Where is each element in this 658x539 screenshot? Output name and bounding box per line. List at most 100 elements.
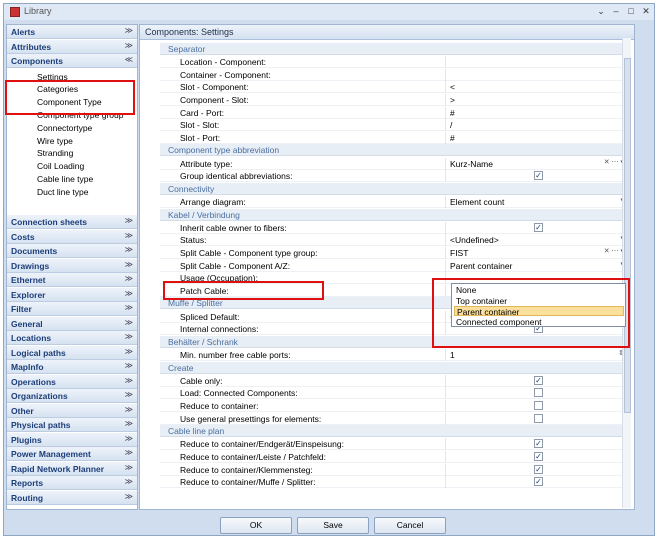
sidebar-section-attributes[interactable]: Attributes ≫ <box>7 39 137 54</box>
sidebar-section-locations[interactable]: Locations ≫ <box>7 331 137 345</box>
property-checkbox[interactable] <box>534 388 543 398</box>
property-row[interactable]: Split Cable - Component A/Z: Parent conta… <box>160 259 626 272</box>
chevron-icon[interactable]: ≫ <box>125 274 133 283</box>
category-header[interactable]: Connectivity <box>160 182 626 195</box>
chevron-icon[interactable]: ≫ <box>125 376 133 385</box>
sidebar-section-mapinfo[interactable]: MapInfo ≫ <box>7 360 137 374</box>
sidebar-section-general[interactable]: General ≫ <box>7 316 137 331</box>
property-row[interactable]: Inherit cable owner to fibers: ✓ <box>160 221 626 234</box>
sidebar-section-reports[interactable]: Reports ≫ <box>7 476 137 490</box>
chevron-icon[interactable]: ≫ <box>125 463 133 472</box>
sidebar-section-plugins[interactable]: Plugins ≫ <box>7 432 137 447</box>
property-value[interactable]: 1 <box>450 350 455 360</box>
sidebar-section-costs[interactable]: Costs ≫ <box>7 229 137 244</box>
chevron-icon[interactable]: ≫ <box>125 216 133 225</box>
property-row[interactable]: Container - Component: <box>160 68 626 81</box>
property-row[interactable]: Reduce to container/Muffe / Splitter: ✓ <box>160 476 626 489</box>
chevron-icon[interactable]: ≫ <box>125 318 133 327</box>
chevron-icon[interactable]: ≫ <box>125 361 133 370</box>
property-row[interactable]: Reduce to container/Leiste / Patchfeld: ✓ <box>160 451 626 463</box>
property-row[interactable]: Use general presettings for elements: <box>160 412 626 425</box>
sidebar-section-documents[interactable]: Documents ≫ <box>7 244 137 258</box>
sidebar-item-duct-line-type[interactable]: Duct line type <box>37 187 89 197</box>
property-row[interactable]: Slot - Component: < <box>160 81 626 94</box>
category-header[interactable]: Component type abbreviation <box>160 144 626 157</box>
close-button[interactable]: ✕ <box>639 5 653 18</box>
property-checkbox[interactable]: ✓ <box>534 171 543 181</box>
property-row[interactable]: Status:<Undefined>▾ <box>160 234 626 247</box>
sidebar-item-wire-type[interactable]: Wire type <box>37 136 73 146</box>
property-checkbox[interactable]: ✓ <box>534 439 543 449</box>
sidebar-section-logical-paths[interactable]: Logical paths ≫ <box>7 345 137 360</box>
property-value[interactable]: FIST <box>450 248 468 258</box>
property-checkbox[interactable]: ✓ <box>534 477 543 487</box>
vertical-scrollbar[interactable] <box>622 38 631 508</box>
property-checkbox[interactable] <box>534 413 543 423</box>
property-row[interactable]: Arrange diagram:Element count▾ <box>160 196 626 208</box>
property-controls-icon[interactable]: ✕ ⋯ ▾ <box>604 247 624 255</box>
sidebar-section-operations[interactable]: Operations ≫ <box>7 374 137 389</box>
property-checkbox[interactable]: ✓ <box>534 222 543 232</box>
property-value[interactable]: > <box>450 95 455 105</box>
property-row[interactable]: Component - Slot: > <box>160 94 626 106</box>
sidebar-item-stranding[interactable]: Stranding <box>37 148 73 158</box>
cancel-button[interactable]: Cancel <box>374 517 446 534</box>
property-value[interactable]: Kurz-Name <box>450 159 493 169</box>
property-value[interactable]: # <box>450 108 455 118</box>
sidebar-section-connection-sheets[interactable]: Connection sheets ≫ <box>7 215 137 229</box>
property-row[interactable]: Split Cable - Component type group: FIST ✕… <box>160 247 626 259</box>
property-value[interactable]: / <box>450 120 452 130</box>
property-row[interactable]: Cable only: ✓ <box>160 374 626 387</box>
sidebar-section-ethernet[interactable]: Ethernet ≫ <box>7 273 137 287</box>
sidebar-section-physical-paths[interactable]: Physical paths ≫ <box>7 418 137 432</box>
category-header[interactable]: Create <box>160 361 626 374</box>
property-row[interactable]: Reduce to container: <box>160 400 626 412</box>
chevron-icon[interactable]: ≫ <box>125 390 133 399</box>
chevron-icon[interactable]: ≫ <box>125 477 133 486</box>
sidebar-section-rapid-network-planner[interactable]: Rapid Network Planner ≫ <box>7 461 137 476</box>
property-row[interactable]: Card - Port: # <box>160 106 626 119</box>
property-row[interactable]: Reduce to container/Endgerät/Einspeisung… <box>160 438 626 451</box>
property-value[interactable]: Element count <box>450 197 504 207</box>
property-value[interactable]: <Undefined> <box>450 235 499 245</box>
sidebar-section-alerts[interactable]: Alerts ≫ <box>7 25 137 39</box>
maximize-button[interactable]: □ <box>624 5 638 18</box>
chevron-icon[interactable]: ≫ <box>125 332 133 341</box>
sidebar-section-explorer[interactable]: Explorer ≫ <box>7 287 137 302</box>
property-row[interactable]: Location - Component: <box>160 56 626 69</box>
sidebar-section-drawings[interactable]: Drawings ≫ <box>7 258 137 273</box>
chevron-icon[interactable]: ≫ <box>125 347 133 356</box>
chevron-icon[interactable]: ≫ <box>125 405 133 414</box>
sidebar-item-connectortype[interactable]: Connectortype <box>37 123 92 133</box>
category-header[interactable]: Cable line plan <box>160 425 626 438</box>
property-checkbox[interactable]: ✓ <box>534 375 543 385</box>
property-row[interactable]: Load: Connected Components: <box>160 387 626 400</box>
minimize-button[interactable]: – <box>609 5 623 18</box>
sidebar-item-cable-line-type[interactable]: Cable line type <box>37 174 93 184</box>
chevron-icon[interactable]: ≫ <box>125 303 133 312</box>
sidebar-section-components[interactable]: Components ≪ <box>7 54 137 68</box>
sidebar-section-other[interactable]: Other ≫ <box>7 403 137 418</box>
category-header[interactable]: Separator <box>160 43 626 55</box>
chevron-icon[interactable]: ≫ <box>125 231 133 240</box>
save-button[interactable]: Save <box>297 517 369 534</box>
property-checkbox[interactable] <box>534 401 543 410</box>
property-row[interactable]: Reduce to container/Klemmensteg: ✓ <box>160 463 626 476</box>
sidebar-item-coil-loading[interactable]: Coil Loading <box>37 161 84 171</box>
property-checkbox[interactable]: ✓ <box>534 464 543 474</box>
property-value[interactable]: Parent container <box>450 261 512 271</box>
chevron-icon[interactable]: ≫ <box>125 448 133 457</box>
property-value[interactable]: < <box>450 82 455 92</box>
chevron-icon[interactable]: ≫ <box>125 492 133 501</box>
chevron-icon[interactable]: ≫ <box>125 245 133 254</box>
property-row[interactable]: Min. number free cable ports:1⇕ <box>160 349 626 361</box>
chevron-icon[interactable]: ≫ <box>125 41 133 50</box>
property-row[interactable]: Group identical abbreviations: ✓ <box>160 170 626 183</box>
property-value[interactable]: # <box>450 133 455 143</box>
scrollbar-thumb[interactable] <box>624 58 631 413</box>
sidebar-section-filter[interactable]: Filter ≫ <box>7 302 137 316</box>
sidebar-section-routing[interactable]: Routing ≫ <box>7 490 137 505</box>
category-header[interactable]: Kabel / Verbindung <box>160 208 626 221</box>
chevron-icon[interactable]: ≫ <box>125 289 133 298</box>
property-row[interactable]: Attribute type: Kurz-Name ✕ ⋯ ▾ <box>160 157 626 170</box>
